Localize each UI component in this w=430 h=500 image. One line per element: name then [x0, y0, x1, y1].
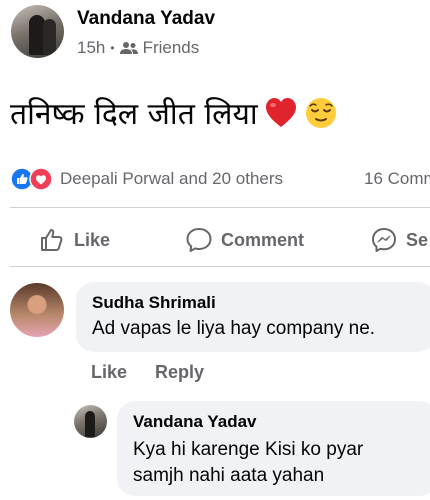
post-text: तनिष्क दिल जीत लिया [10, 97, 258, 132]
post-audience: Friends [142, 38, 200, 57]
reaction-icons[interactable] [10, 167, 54, 191]
love-reaction-icon [29, 167, 53, 191]
post-time[interactable]: 15h [77, 38, 105, 58]
like-button[interactable]: Like [38, 226, 110, 254]
friends-icon [119, 42, 138, 54]
relieved-face-emoji-icon [305, 97, 336, 128]
reply-text: Kya hi karenge Kisi ko pyar samjh nahi a… [133, 439, 364, 486]
author-avatar[interactable] [11, 5, 64, 58]
divider [10, 266, 430, 267]
reply-author[interactable]: Vandana Yadav [133, 412, 256, 432]
send-button[interactable]: Se [370, 226, 428, 254]
thumbs-up-icon [41, 229, 63, 251]
messenger-icon [372, 228, 396, 252]
author-name[interactable]: Vandana Yadav [77, 8, 215, 30]
reactions-summary[interactable]: Deepali Porwal and 20 others [60, 169, 283, 189]
comment-author[interactable]: Sudha Shrimali [92, 293, 216, 313]
commenter-avatar[interactable] [10, 283, 64, 337]
comments-count[interactable]: 16 Comm [364, 169, 430, 189]
comment-label: Comment [221, 229, 305, 250]
divider [10, 207, 430, 208]
post-body: तनिष्क दिल जीत लिया [10, 92, 338, 133]
comment-reply-button[interactable]: Reply [155, 362, 204, 383]
comment-bubble-icon [186, 228, 212, 252]
send-label: Se [406, 229, 429, 250]
comment-button[interactable]: Comment [185, 226, 304, 254]
replier-avatar[interactable] [74, 405, 107, 438]
heart-emoji-icon [265, 97, 296, 127]
post-meta: 15h • Friends [77, 38, 199, 58]
separator-dot: • [110, 41, 115, 55]
comment-text: Ad vapas le liya hay company ne. [92, 318, 376, 339]
comment-like-button[interactable]: Like [91, 362, 127, 383]
like-label: Like [74, 229, 111, 250]
